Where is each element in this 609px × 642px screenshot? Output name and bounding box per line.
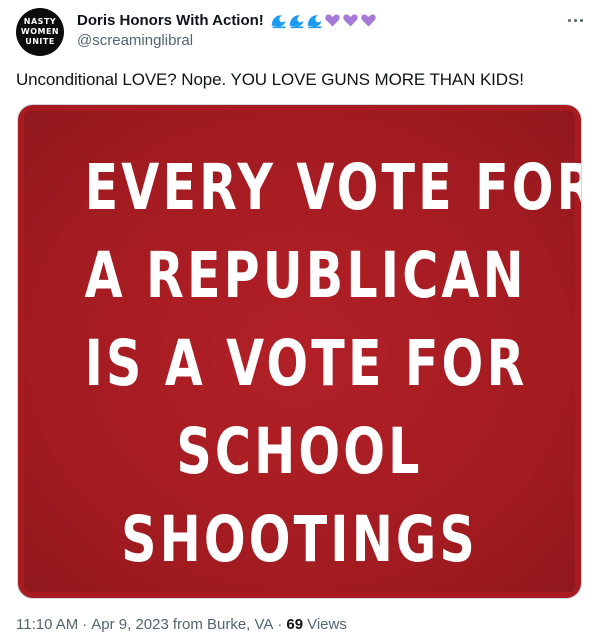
avatar[interactable]: NASTY WOMEN UNITE xyxy=(16,8,64,56)
views-count: 69 xyxy=(286,616,304,633)
wave-icon xyxy=(289,14,304,28)
avatar-line: UNITE xyxy=(25,37,55,46)
tweet-location: from Burke, VA xyxy=(172,616,274,633)
dot xyxy=(579,18,583,22)
tweet-meta: 11:10 AM · Apr 9, 2023 from Burke, VA · … xyxy=(16,616,347,633)
display-name[interactable]: Doris Honors With Action! xyxy=(77,12,264,29)
tweet-image[interactable]: EVERY VOTE FOR A REPUBLICAN IS A VOTE FO… xyxy=(17,104,582,599)
separator: · xyxy=(82,616,88,633)
purple-heart-icon xyxy=(325,13,340,26)
avatar-line: NASTY xyxy=(23,17,57,26)
sign-line: EVERY VOTE FOR xyxy=(84,151,582,224)
dot xyxy=(567,18,571,22)
tweet-time[interactable]: 11:10 AM xyxy=(16,616,78,633)
purple-heart-icon xyxy=(343,13,358,26)
tweet-date[interactable]: Apr 9, 2023 xyxy=(91,616,169,633)
sign-background: EVERY VOTE FOR A REPUBLICAN IS A VOTE FO… xyxy=(24,111,582,592)
sign-line: IS A VOTE FOR xyxy=(84,327,528,400)
author-name-row: Doris Honors With Action! xyxy=(77,10,377,30)
dot xyxy=(573,18,577,22)
wave-icon xyxy=(307,14,322,28)
sign-line: A REPUBLICAN xyxy=(84,239,527,312)
wave-icon xyxy=(271,14,286,28)
more-options-icon[interactable] xyxy=(563,12,587,28)
tweet-text: Unconditional LOVE? Nope. YOU LOVE GUNS … xyxy=(16,70,524,89)
purple-heart-icon xyxy=(361,13,376,26)
name-emojis xyxy=(270,12,377,29)
sign-line: SCHOOL xyxy=(176,415,423,488)
author-handle[interactable]: @screaminglibral xyxy=(77,32,193,49)
tweet: NASTY WOMEN UNITE Doris Honors With Acti… xyxy=(0,0,609,642)
sign-line: SHOOTINGS xyxy=(121,503,478,576)
separator: · xyxy=(277,616,283,633)
views-label: Views xyxy=(307,616,347,633)
avatar-line: WOMEN xyxy=(20,27,60,36)
